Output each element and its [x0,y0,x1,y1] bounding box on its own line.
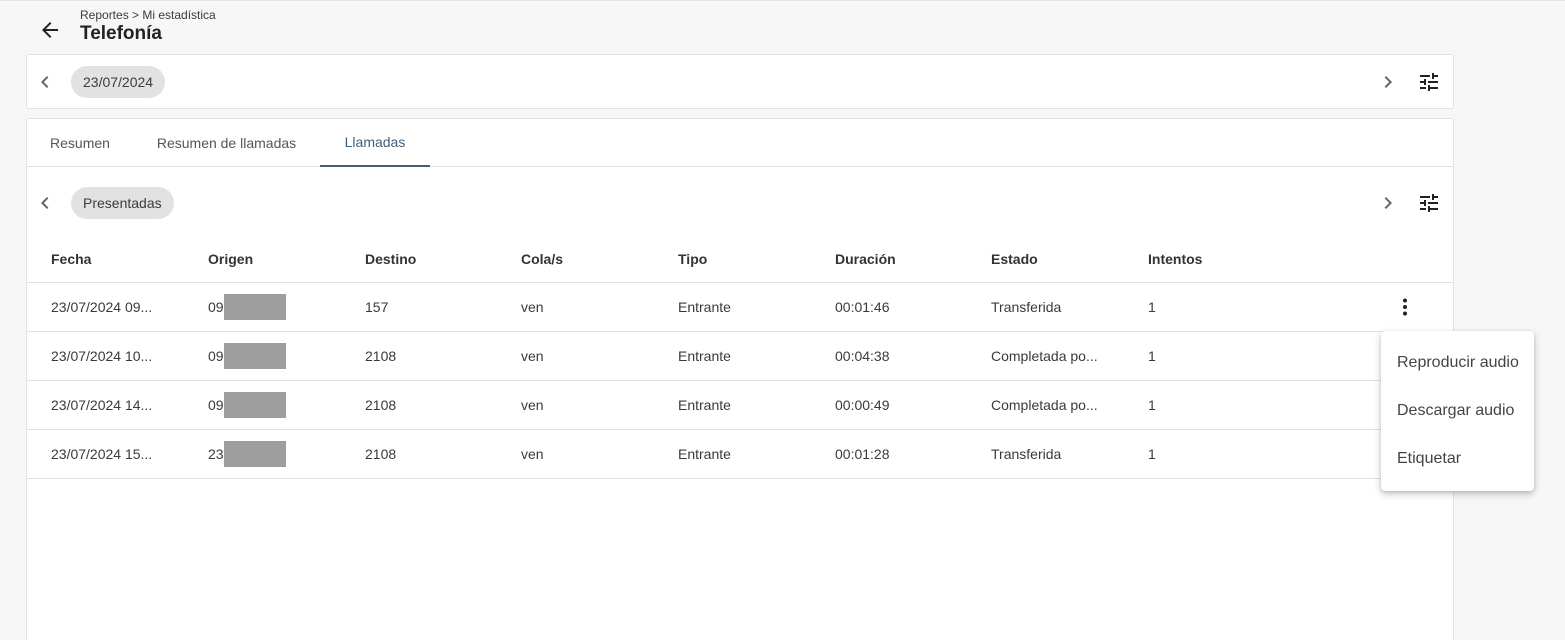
tab-resumen-llamadas[interactable]: Resumen de llamadas [133,119,320,167]
date-filter-settings-button[interactable] [1417,70,1441,94]
cell-destino: 2108 [365,446,397,462]
cell-duracion: 00:01:46 [835,299,890,315]
cell-duracion: 00:01:28 [835,446,890,462]
tune-icon [1420,73,1438,91]
redaction-block [223,343,286,369]
cell-tipo: Entrante [678,397,731,413]
row-actions-menu: Reproducir audio Descargar audio Etiquet… [1381,331,1534,491]
tune-icon [1420,194,1438,212]
column-header-fecha[interactable]: Fecha [51,235,91,283]
cell-intentos: 1 [1148,397,1156,413]
cell-origen-prefix: 09 [208,348,224,364]
cell-fecha: 23/07/2024 10... [51,348,153,364]
cell-origen: 09 [208,332,286,380]
redaction-block [223,294,286,320]
cell-destino: 157 [365,299,389,315]
column-header-tipo[interactable]: Tipo [678,235,707,283]
cell-origen-prefix: 09 [208,397,224,413]
cell-intentos: 1 [1148,348,1156,364]
redaction-block [223,441,286,467]
cell-cola: ven [521,348,544,364]
cell-duracion: 00:04:38 [835,348,890,364]
cell-estado: Transferida [991,446,1062,462]
cell-cola: ven [521,397,544,413]
cell-origen: 09 [208,283,286,331]
date-prev-button[interactable] [33,70,57,94]
more-vert-icon [1403,298,1407,316]
date-chip[interactable]: 23/07/2024 [71,66,166,98]
page-title: Telefonía [80,23,162,44]
table-row[interactable]: 23/07/2024 10... 09 2108 ven Entrante 00… [27,332,1453,381]
cell-tipo: Entrante [678,299,731,315]
table-filter-settings-button[interactable] [1417,191,1441,215]
cell-destino: 2108 [365,348,397,364]
cell-fecha: 23/07/2024 14... [51,397,153,413]
menu-item-descargar-audio[interactable]: Descargar audio [1381,387,1534,435]
cell-intentos: 1 [1148,299,1156,315]
column-header-colas[interactable]: Cola/s [521,235,563,283]
cell-origen-prefix: 23 [208,446,224,462]
cell-cola: ven [521,446,544,462]
menu-item-reproducir-audio[interactable]: Reproducir audio [1381,339,1534,387]
chevron-right-icon [1384,76,1392,88]
table-row[interactable]: 23/07/2024 14... 09 2108 ven Entrante 00… [27,381,1453,430]
column-header-estado[interactable]: Estado [991,235,1038,283]
cell-tipo: Entrante [678,446,731,462]
row-actions-button[interactable] [1393,295,1417,319]
cell-fecha: 23/07/2024 09... [51,299,153,315]
back-button[interactable] [34,16,66,44]
cell-tipo: Entrante [678,348,731,364]
table-header: Fecha Origen Destino Cola/s Tipo Duració… [27,235,1453,283]
tab-bar: Resumen Resumen de llamadas Llamadas [27,119,1453,167]
filter-next-button[interactable] [1376,191,1400,215]
cell-origen: 23 [208,430,286,478]
cell-estado: Completada po... [991,348,1098,364]
column-header-intentos[interactable]: Intentos [1148,235,1202,283]
cell-origen-prefix: 09 [208,299,224,315]
date-next-button[interactable] [1376,70,1400,94]
cell-intentos: 1 [1148,446,1156,462]
tab-llamadas[interactable]: Llamadas [320,119,430,167]
cell-origen: 09 [208,381,286,429]
calls-panel: Resumen Resumen de llamadas Llamadas Pre… [26,118,1454,640]
arrow-left-icon [42,22,58,38]
chevron-right-icon [1384,197,1392,209]
chevron-left-icon [41,197,49,209]
menu-item-etiquetar[interactable]: Etiquetar [1381,435,1534,483]
cell-estado: Transferida [991,299,1062,315]
chevron-left-icon [41,76,49,88]
column-header-duracion[interactable]: Duración [835,235,896,283]
call-type-chip[interactable]: Presentadas [71,187,174,219]
filter-prev-button[interactable] [33,191,57,215]
redaction-block [223,392,286,418]
cell-destino: 2108 [365,397,397,413]
cell-cola: ven [521,299,544,315]
breadcrumb: Reportes > Mi estadística [80,8,216,22]
column-header-destino[interactable]: Destino [365,235,416,283]
tab-resumen[interactable]: Resumen [27,119,133,167]
table-row[interactable]: 23/07/2024 09... 09 157 ven Entrante 00:… [27,283,1453,332]
cell-fecha: 23/07/2024 15... [51,446,153,462]
column-header-origen[interactable]: Origen [208,235,253,283]
top-divider [0,0,1565,1]
date-filter-bar: 23/07/2024 [26,54,1454,109]
cell-estado: Completada po... [991,397,1098,413]
cell-duracion: 00:00:49 [835,397,890,413]
table-row[interactable]: 23/07/2024 15... 23 2108 ven Entrante 00… [27,430,1453,479]
